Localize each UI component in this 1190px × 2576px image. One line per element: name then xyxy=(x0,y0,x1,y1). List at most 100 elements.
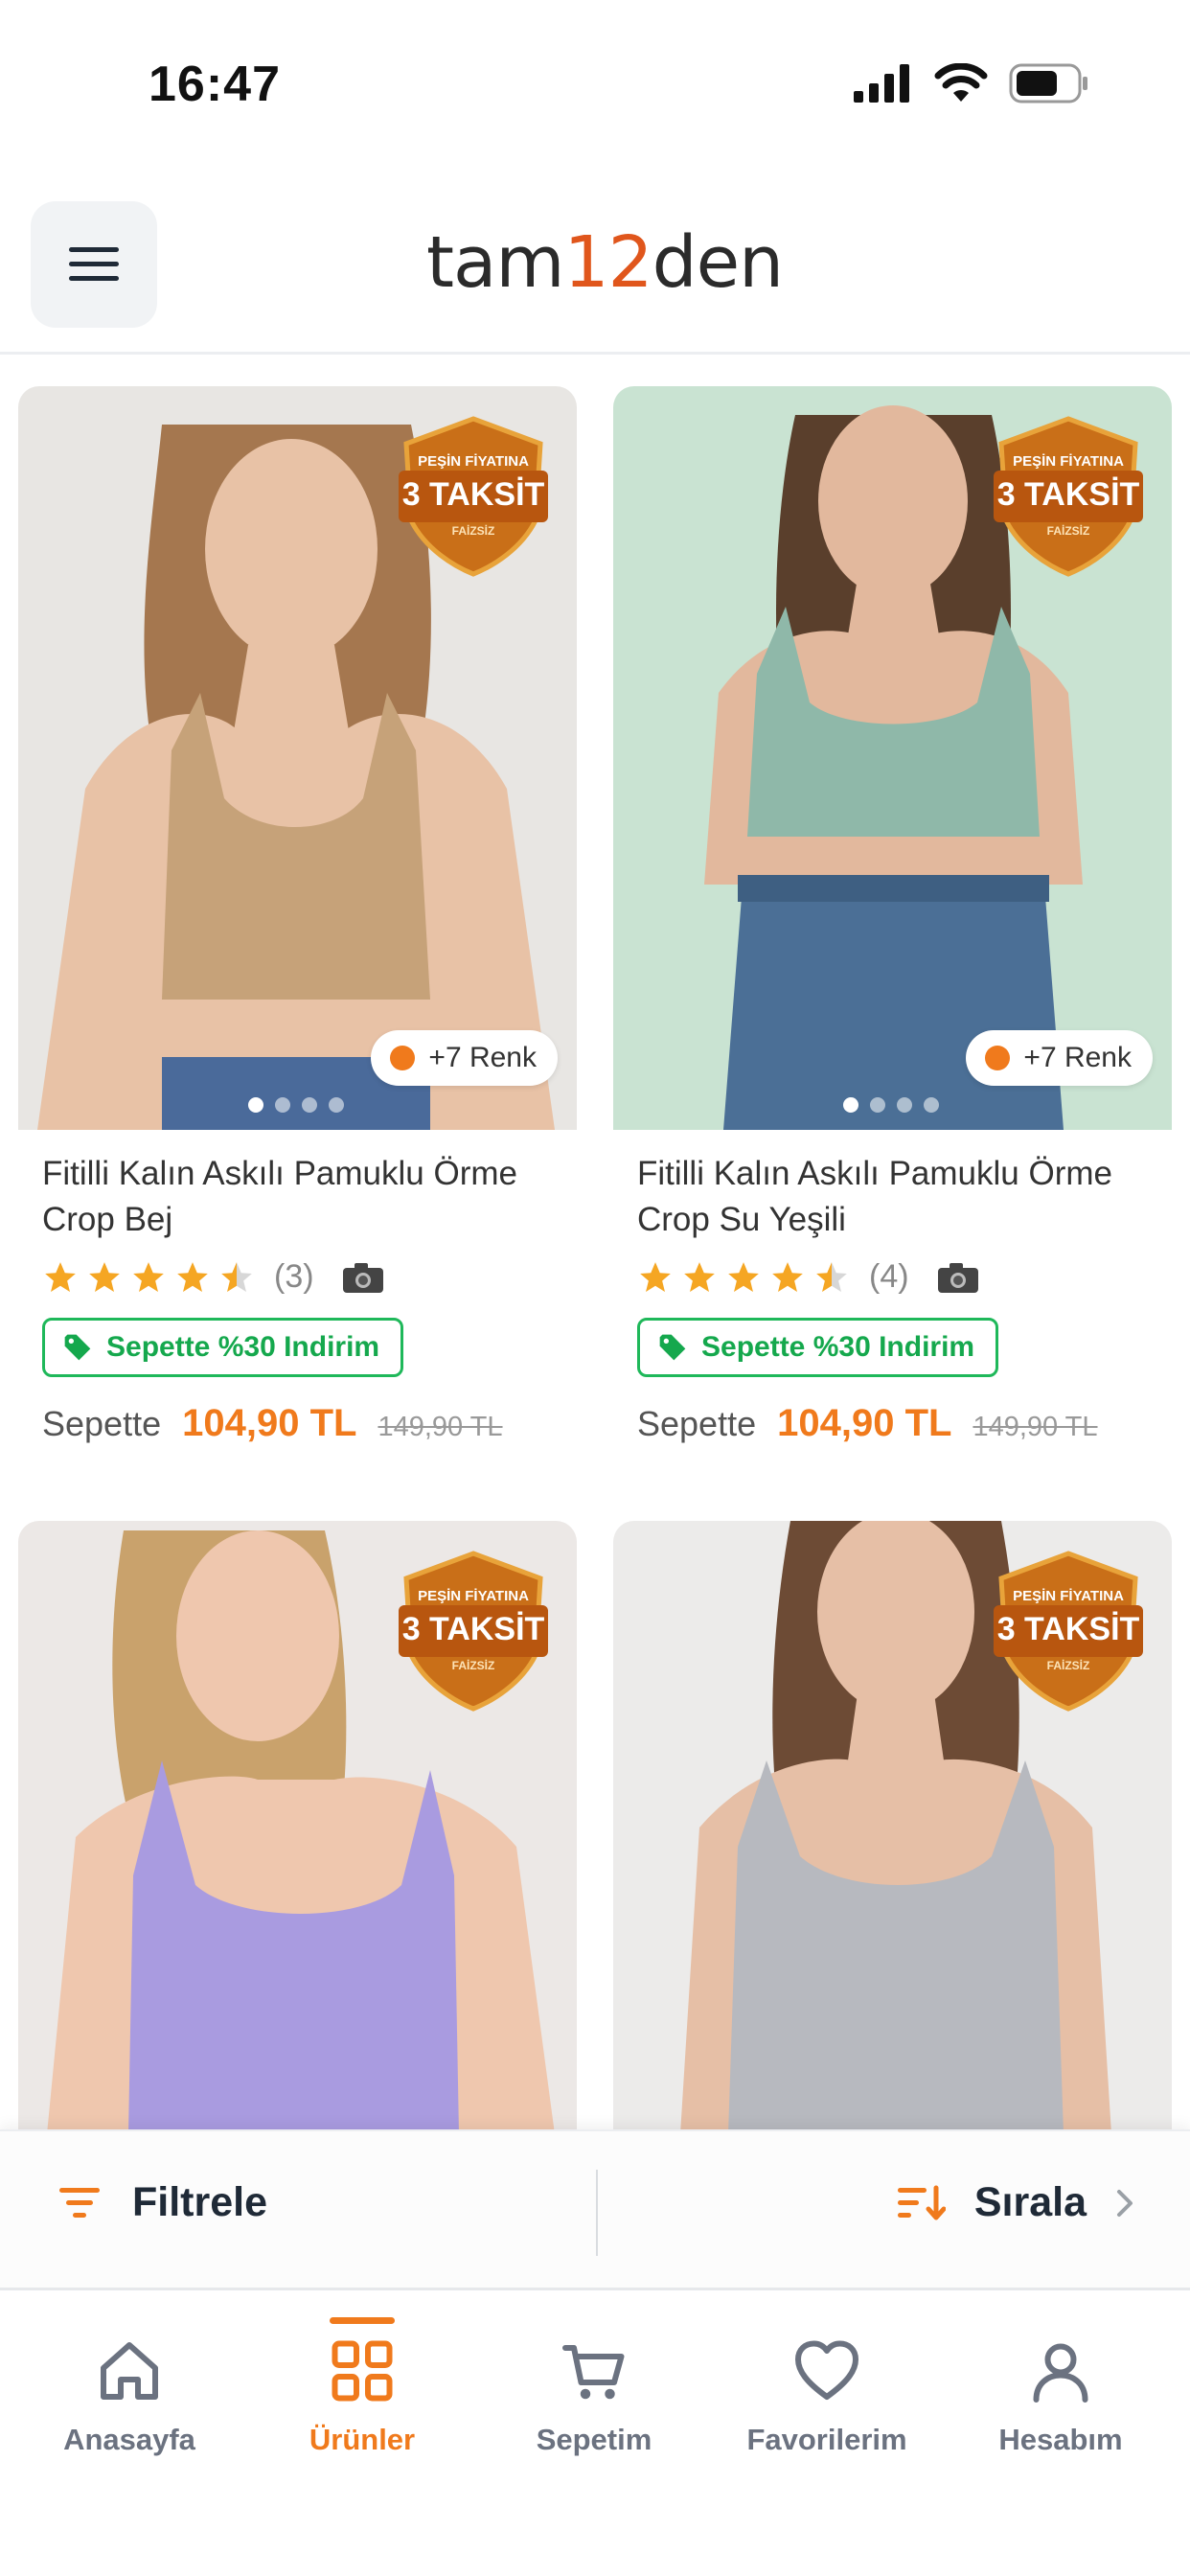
badge-line-3: FAİZSİZ xyxy=(451,524,495,538)
installment-badge: PEŞİN FİYATINA 3 TAKSİT FAİZSİZ xyxy=(397,1550,550,1713)
heart-icon xyxy=(795,2340,858,2400)
menu-button[interactable] xyxy=(31,201,157,328)
color-variants-pill[interactable]: +7 Renk xyxy=(966,1030,1153,1086)
carousel-dot[interactable] xyxy=(897,1097,912,1113)
tab-label: Hesabım xyxy=(998,2423,1123,2456)
product-title[interactable]: Fitilli Kalın Askılı Pamuklu Örme Crop S… xyxy=(637,1151,1155,1243)
product-image[interactable]: PEŞİN FİYATINA 3 TAKSİT FAİZSİZ +7 Renk xyxy=(613,386,1172,1130)
logo-text-start: tam xyxy=(426,221,564,304)
product-title[interactable]: Fitilli Kalın Askılı Pamuklu Örme Crop B… xyxy=(42,1151,560,1243)
image-carousel-dots xyxy=(843,1097,939,1113)
divider xyxy=(596,2170,598,2256)
grid-icon xyxy=(332,2340,393,2402)
price-prefix: Sepette xyxy=(637,1404,757,1443)
badge-line-3: FAİZSİZ xyxy=(451,1659,495,1672)
star-full-icon xyxy=(728,1261,759,1292)
color-variants-pill[interactable]: +7 Renk xyxy=(371,1030,558,1086)
installment-badge: PEŞİN FİYATINA 3 TAKSİT FAİZSİZ xyxy=(992,415,1145,578)
tab-home[interactable]: Anasayfa xyxy=(14,2336,244,2457)
product-card[interactable]: PEŞİN FİYATINA 3 TAKSİT FAİZSİZ +7 Renk … xyxy=(18,386,577,1479)
product-card[interactable]: PEŞİN FİYATINA 3 TAKSİT FAİZSİZ xyxy=(18,1521,577,2134)
star-full-icon xyxy=(640,1261,671,1292)
tab-label: Ürünler xyxy=(309,2423,416,2456)
badge-line-1: PEŞİN FİYATINA xyxy=(1013,453,1124,470)
carousel-dot[interactable] xyxy=(870,1097,885,1113)
camera-icon xyxy=(342,1262,383,1293)
installment-badge: PEŞİN FİYATINA 3 TAKSİT FAİZSİZ xyxy=(397,415,550,578)
product-image[interactable]: PEŞİN FİYATINA 3 TAKSİT FAİZSİZ xyxy=(613,1521,1172,2134)
carousel-dot[interactable] xyxy=(924,1097,939,1113)
color-dot-icon xyxy=(985,1046,1011,1070)
filter-sort-bar: Filtrele Sırala xyxy=(0,2129,1190,2290)
camera-icon xyxy=(937,1262,978,1293)
discount-label: Sepette %30 Indirim xyxy=(106,1331,380,1363)
rating-count: (4) xyxy=(869,1258,909,1295)
image-carousel-dots xyxy=(248,1097,344,1113)
price-original: 149,90 TL xyxy=(378,1412,503,1442)
brand-logo[interactable]: tam12den xyxy=(426,221,784,304)
installment-badge: PEŞİN FİYATINA 3 TAKSİT FAİZSİZ xyxy=(992,1550,1145,1713)
home-icon xyxy=(101,2342,158,2400)
badge-line-2: 3 TAKSİT xyxy=(996,1611,1140,1647)
star-half-icon xyxy=(816,1261,847,1292)
sort-label: Sırala xyxy=(973,2179,1087,2225)
star-full-icon xyxy=(177,1261,208,1292)
star-full-icon xyxy=(133,1261,164,1292)
sort-button[interactable]: Sırala xyxy=(896,2179,1134,2226)
status-time: 16:47 xyxy=(149,57,281,112)
tab-cart[interactable]: Sepetim xyxy=(479,2336,709,2457)
price-row: Sepette 104,90 TL 149,90 TL xyxy=(637,1402,1098,1445)
badge-line-2: 3 TAKSİT xyxy=(996,476,1140,513)
user-icon xyxy=(1033,2343,1088,2403)
tab-label: Anasayfa xyxy=(63,2423,195,2456)
price-current: 104,90 TL xyxy=(777,1402,952,1444)
tab-account[interactable]: Hesabım xyxy=(946,2336,1176,2457)
tab-products[interactable]: Ürünler xyxy=(247,2317,477,2457)
rating-row: (4) xyxy=(637,1258,980,1296)
chevron-right-icon xyxy=(1117,2189,1133,2217)
logo-text-number: 12 xyxy=(563,221,652,304)
badge-line-2: 3 TAKSİT xyxy=(401,1611,545,1647)
filter-label: Filtrele xyxy=(132,2179,267,2225)
tab-label: Sepetim xyxy=(536,2423,652,2456)
product-card[interactable]: PEŞİN FİYATINA 3 TAKSİT FAİZSİZ +7 Renk … xyxy=(613,386,1172,1479)
product-card[interactable]: PEŞİN FİYATINA 3 TAKSİT FAİZSİZ xyxy=(613,1521,1172,2134)
wifi-icon xyxy=(934,63,988,102)
discount-label: Sepette %30 Indirim xyxy=(701,1331,975,1363)
price-prefix: Sepette xyxy=(42,1404,162,1443)
carousel-dot[interactable] xyxy=(302,1097,317,1113)
battery-icon xyxy=(1009,63,1087,104)
product-image[interactable]: PEŞİN FİYATINA 3 TAKSİT FAİZSİZ +7 Renk xyxy=(18,386,577,1130)
tab-label: Favorilerim xyxy=(746,2423,907,2456)
filter-button[interactable]: Filtrele xyxy=(57,2179,267,2226)
badge-line-1: PEŞİN FİYATINA xyxy=(418,1588,529,1604)
badge-line-3: FAİZSİZ xyxy=(1046,1659,1090,1672)
product-image[interactable]: PEŞİN FİYATINA 3 TAKSİT FAİZSİZ xyxy=(18,1521,577,2134)
badge-line-1: PEŞİN FİYATINA xyxy=(1013,1588,1124,1604)
price-current: 104,90 TL xyxy=(182,1402,357,1444)
badge-line-1: PEŞİN FİYATINA xyxy=(418,453,529,470)
logo-text-end: den xyxy=(652,221,784,304)
badge-line-3: FAİZSİZ xyxy=(1046,524,1090,538)
star-full-icon xyxy=(684,1261,715,1292)
star-full-icon xyxy=(89,1261,120,1292)
price-row: Sepette 104,90 TL 149,90 TL xyxy=(42,1402,503,1445)
rating-count: (3) xyxy=(274,1258,314,1295)
discount-tag: Sepette %30 Indirim xyxy=(637,1318,999,1377)
badge-line-2: 3 TAKSİT xyxy=(401,476,545,513)
color-dot-icon xyxy=(390,1046,416,1070)
carousel-dot[interactable] xyxy=(275,1097,290,1113)
bottom-tab-bar: Anasayfa Ürünler Sepetim Favorilerim Hes… xyxy=(0,2290,1190,2576)
rating-row: (3) xyxy=(42,1258,385,1296)
discount-tag: Sepette %30 Indirim xyxy=(42,1318,404,1377)
star-full-icon xyxy=(772,1261,803,1292)
sort-icon xyxy=(897,2185,946,2220)
carousel-dot[interactable] xyxy=(843,1097,858,1113)
carousel-dot[interactable] xyxy=(248,1097,263,1113)
hamburger-menu-icon xyxy=(69,247,119,281)
cellular-signal-icon xyxy=(854,64,909,103)
tab-favorites[interactable]: Favorilerim xyxy=(712,2336,942,2457)
star-half-icon xyxy=(221,1261,252,1292)
status-bar: 16:47 xyxy=(0,0,1190,144)
carousel-dot[interactable] xyxy=(329,1097,344,1113)
